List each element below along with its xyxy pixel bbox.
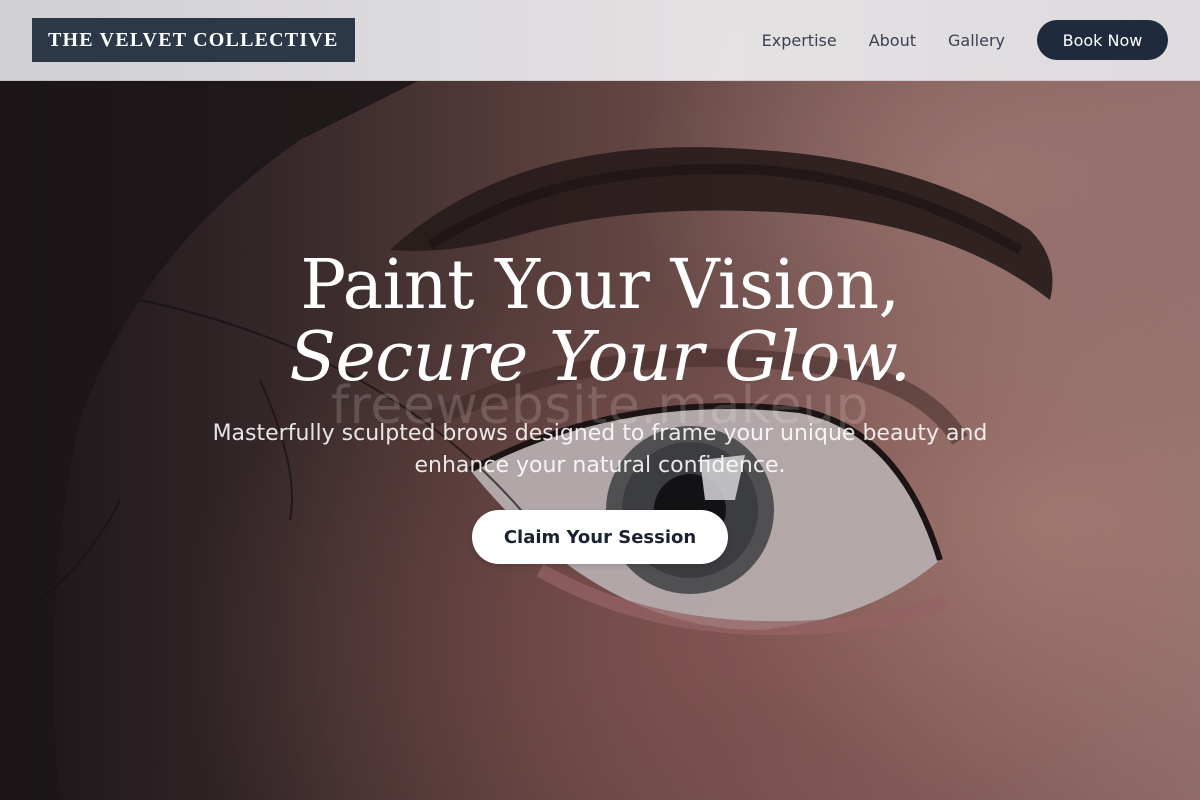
- hero-content: Paint Your Vision, Secure Your Glow. Mas…: [0, 250, 1200, 564]
- brand-logo[interactable]: THE VELVET COLLECTIVE: [32, 18, 355, 62]
- nav-link-about[interactable]: About: [869, 31, 916, 50]
- site-header: THE VELVET COLLECTIVE Expertise About Ga…: [0, 0, 1200, 81]
- nav-link-expertise[interactable]: Expertise: [762, 31, 837, 50]
- hero-subheading: Masterfully sculpted brows designed to f…: [212, 421, 988, 478]
- claim-session-button[interactable]: Claim Your Session: [472, 510, 728, 564]
- nav-link-gallery[interactable]: Gallery: [948, 31, 1005, 50]
- hero-headline: Paint Your Vision, Secure Your Glow.: [0, 250, 1200, 394]
- main-nav: Expertise About Gallery Book Now: [730, 20, 1168, 60]
- hero-headline-line1: Paint Your Vision,: [300, 246, 900, 325]
- book-now-button[interactable]: Book Now: [1037, 20, 1168, 60]
- hero-headline-line2: Secure Your Glow.: [289, 318, 911, 397]
